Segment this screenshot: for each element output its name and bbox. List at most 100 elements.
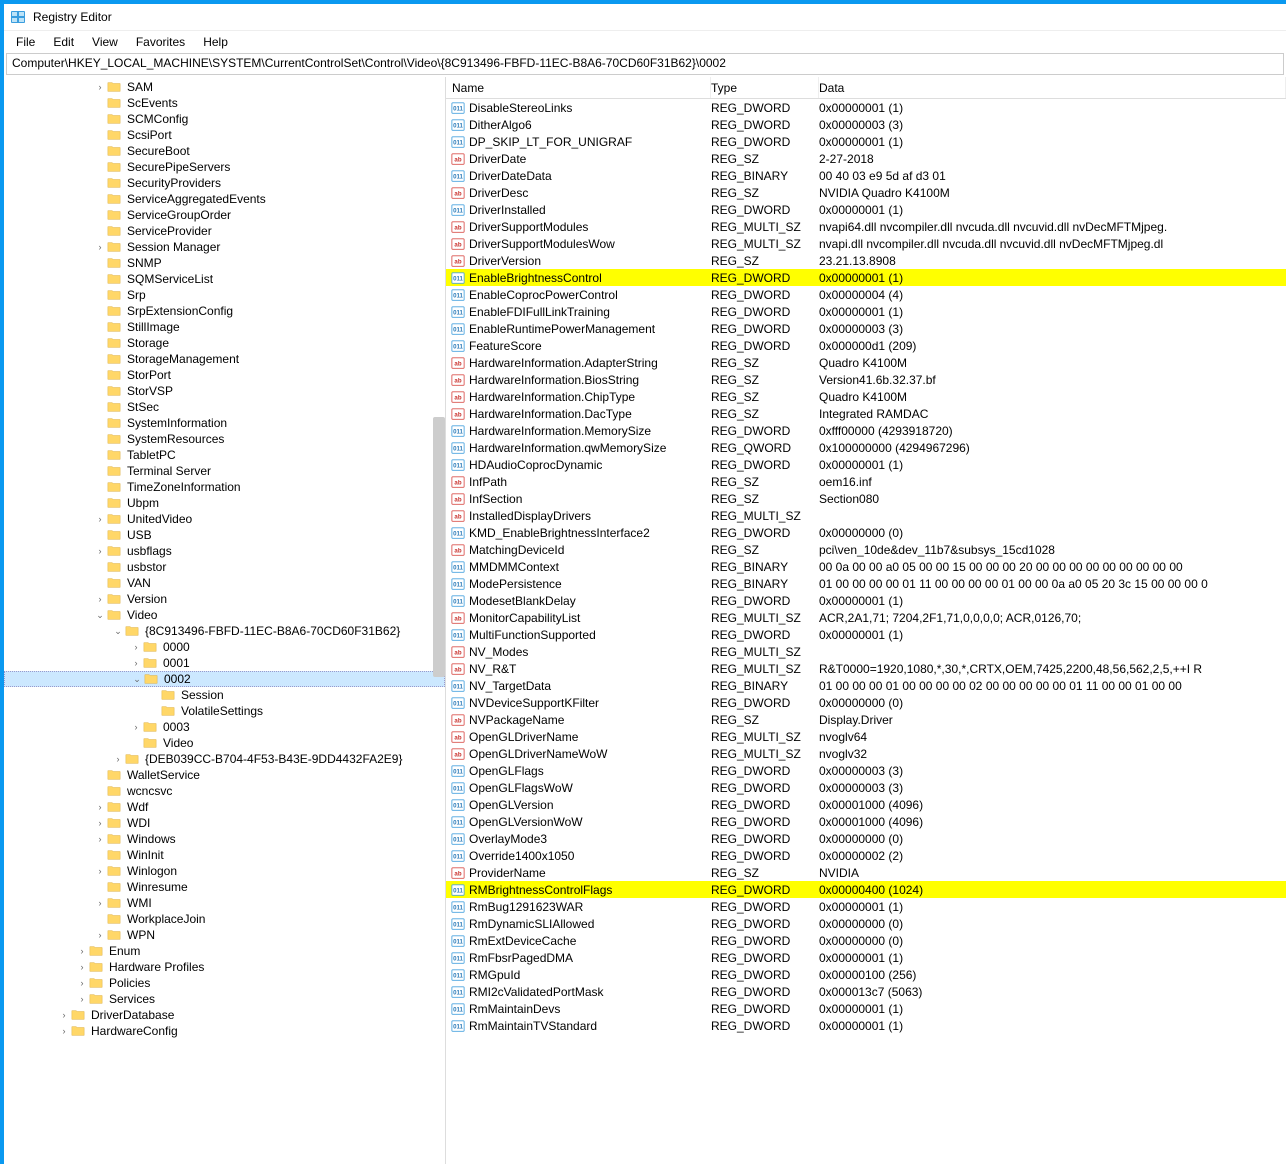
tree-item[interactable]: StorVSP [4, 383, 445, 399]
tree-item[interactable]: ›Policies [4, 975, 445, 991]
column-header-name[interactable]: Name [446, 77, 711, 98]
expand-icon[interactable]: › [94, 514, 106, 524]
value-row[interactable]: 011NV_TargetDataREG_BINARY01 00 00 00 01… [446, 677, 1286, 694]
expand-icon[interactable]: › [58, 1026, 70, 1036]
tree-item[interactable]: ›HardwareConfig [4, 1023, 445, 1039]
expand-icon[interactable]: › [94, 818, 106, 828]
value-row[interactable]: abDriverSupportModulesWowREG_MULTI_SZnva… [446, 235, 1286, 252]
tree-item[interactable]: ›Version [4, 591, 445, 607]
value-row[interactable]: 011RMGpuIdREG_DWORD0x00000100 (256) [446, 966, 1286, 983]
tree-item[interactable]: SNMP [4, 255, 445, 271]
expand-icon[interactable]: › [130, 722, 142, 732]
value-row[interactable]: 011RmFbsrPagedDMAREG_DWORD0x00000001 (1) [446, 949, 1286, 966]
value-row[interactable]: 011EnableBrightnessControlREG_DWORD0x000… [446, 269, 1286, 286]
expand-icon[interactable]: › [94, 594, 106, 604]
value-row[interactable]: 011DisableStereoLinksREG_DWORD0x00000001… [446, 99, 1286, 116]
value-row[interactable]: abDriverSupportModulesREG_MULTI_SZnvapi6… [446, 218, 1286, 235]
tree-item[interactable]: ›Enum [4, 943, 445, 959]
tree-item[interactable]: TimeZoneInformation [4, 479, 445, 495]
value-row[interactable]: 011OpenGLFlagsWoWREG_DWORD0x00000003 (3) [446, 779, 1286, 796]
value-row[interactable]: abNV_ModesREG_MULTI_SZ [446, 643, 1286, 660]
tree-item[interactable]: ›WMI [4, 895, 445, 911]
expand-icon[interactable]: › [130, 658, 142, 668]
tree-item[interactable]: WinInit [4, 847, 445, 863]
value-row[interactable]: 011RmMaintainTVStandardREG_DWORD0x000000… [446, 1017, 1286, 1034]
value-row[interactable]: abNVPackageNameREG_SZDisplay.Driver [446, 711, 1286, 728]
value-row[interactable]: 011HDAudioCoprocDynamicREG_DWORD0x000000… [446, 456, 1286, 473]
value-row[interactable]: abHardwareInformation.ChipTypeREG_SZQuad… [446, 388, 1286, 405]
expand-icon[interactable]: › [94, 82, 106, 92]
value-row[interactable]: abInstalledDisplayDriversREG_MULTI_SZ [446, 507, 1286, 524]
tree-item[interactable]: WalletService [4, 767, 445, 783]
expand-icon[interactable]: › [94, 866, 106, 876]
value-row[interactable]: 011OpenGLVersionREG_DWORD0x00001000 (409… [446, 796, 1286, 813]
menu-file[interactable]: File [8, 33, 43, 51]
expand-icon[interactable]: › [94, 546, 106, 556]
expand-icon[interactable]: › [130, 642, 142, 652]
tree-item[interactable]: ›UnitedVideo [4, 511, 445, 527]
tree-item[interactable]: ›WPN [4, 927, 445, 943]
value-row[interactable]: 011KMD_EnableBrightnessInterface2REG_DWO… [446, 524, 1286, 541]
value-row[interactable]: 011RmExtDeviceCacheREG_DWORD0x00000000 (… [446, 932, 1286, 949]
tree-item[interactable]: SrpExtensionConfig [4, 303, 445, 319]
tree-item[interactable]: SQMServiceList [4, 271, 445, 287]
tree-item[interactable]: SecureBoot [4, 143, 445, 159]
tree-item[interactable]: ›Services [4, 991, 445, 1007]
tree-item[interactable]: SystemResources [4, 431, 445, 447]
tree-item[interactable]: TabletPC [4, 447, 445, 463]
tree-item[interactable]: ›0000 [4, 639, 445, 655]
tree-item[interactable]: VolatileSettings [4, 703, 445, 719]
value-row[interactable]: abOpenGLDriverNameWoWREG_MULTI_SZnvoglv3… [446, 745, 1286, 762]
value-row[interactable]: 011EnableRuntimePowerManagementREG_DWORD… [446, 320, 1286, 337]
expand-icon[interactable]: › [76, 946, 88, 956]
tree-item[interactable]: ›Session Manager [4, 239, 445, 255]
tree-panel[interactable]: ›SAMScEventsSCMConfigScsiPortSecureBootS… [4, 77, 446, 1164]
tree-item[interactable]: WorkplaceJoin [4, 911, 445, 927]
tree-item[interactable]: StSec [4, 399, 445, 415]
tree-item[interactable]: ›SAM [4, 79, 445, 95]
collapse-icon[interactable]: ⌄ [112, 626, 124, 637]
value-row[interactable]: abProviderNameREG_SZNVIDIA [446, 864, 1286, 881]
tree-item[interactable]: SecurityProviders [4, 175, 445, 191]
tree-item[interactable]: USB [4, 527, 445, 543]
expand-icon[interactable]: › [94, 834, 106, 844]
tree-item[interactable]: Video [4, 735, 445, 751]
value-row[interactable]: abInfSectionREG_SZSection080 [446, 490, 1286, 507]
column-header-type[interactable]: Type [711, 77, 819, 98]
tree-item[interactable]: ServiceGroupOrder [4, 207, 445, 223]
value-row[interactable]: 011FeatureScoreREG_DWORD0x000000d1 (209) [446, 337, 1286, 354]
tree-item[interactable]: SecurePipeServers [4, 159, 445, 175]
expand-icon[interactable]: › [94, 802, 106, 812]
value-row[interactable]: abHardwareInformation.BiosStringREG_SZVe… [446, 371, 1286, 388]
tree-item[interactable]: ServiceAggregatedEvents [4, 191, 445, 207]
value-row[interactable]: 011MMDMMContextREG_BINARY00 0a 00 00 a0 … [446, 558, 1286, 575]
value-row[interactable]: 011ModesetBlankDelayREG_DWORD0x00000001 … [446, 592, 1286, 609]
menu-view[interactable]: View [84, 33, 126, 51]
tree-item[interactable]: usbstor [4, 559, 445, 575]
value-row[interactable]: 011RMI2cValidatedPortMaskREG_DWORD0x0000… [446, 983, 1286, 1000]
tree-item[interactable]: Session [4, 687, 445, 703]
tree-item[interactable]: ⌄Video [4, 607, 445, 623]
tree-item[interactable]: ›WDI [4, 815, 445, 831]
value-row[interactable]: 011RMBrightnessControlFlagsREG_DWORD0x00… [446, 881, 1286, 898]
expand-icon[interactable]: › [94, 930, 106, 940]
tree-item[interactable]: Storage [4, 335, 445, 351]
expand-icon[interactable]: › [76, 978, 88, 988]
tree-item[interactable]: Srp [4, 287, 445, 303]
tree-item[interactable]: ›Hardware Profiles [4, 959, 445, 975]
value-row[interactable]: abHardwareInformation.DacTypeREG_SZInteg… [446, 405, 1286, 422]
tree-item[interactable]: StorPort [4, 367, 445, 383]
value-row[interactable]: abMatchingDeviceIdREG_SZpci\ven_10de&dev… [446, 541, 1286, 558]
tree-item[interactable]: ›{DEB039CC-B704-4F53-B43E-9DD4432FA2E9} [4, 751, 445, 767]
tree-item[interactable]: ›usbflags [4, 543, 445, 559]
value-row[interactable]: abMonitorCapabilityListREG_MULTI_SZACR,2… [446, 609, 1286, 626]
tree-item[interactable]: ›Wdf [4, 799, 445, 815]
value-row[interactable]: abDriverDescREG_SZNVIDIA Quadro K4100M [446, 184, 1286, 201]
value-row[interactable]: 011Override1400x1050REG_DWORD0x00000002 … [446, 847, 1286, 864]
expand-icon[interactable]: › [94, 242, 106, 252]
tree-item[interactable]: ›Winlogon [4, 863, 445, 879]
collapse-icon[interactable]: ⌄ [131, 674, 143, 685]
tree-item[interactable]: ServiceProvider [4, 223, 445, 239]
collapse-icon[interactable]: ⌄ [94, 610, 106, 621]
tree-item[interactable]: wcncsvc [4, 783, 445, 799]
